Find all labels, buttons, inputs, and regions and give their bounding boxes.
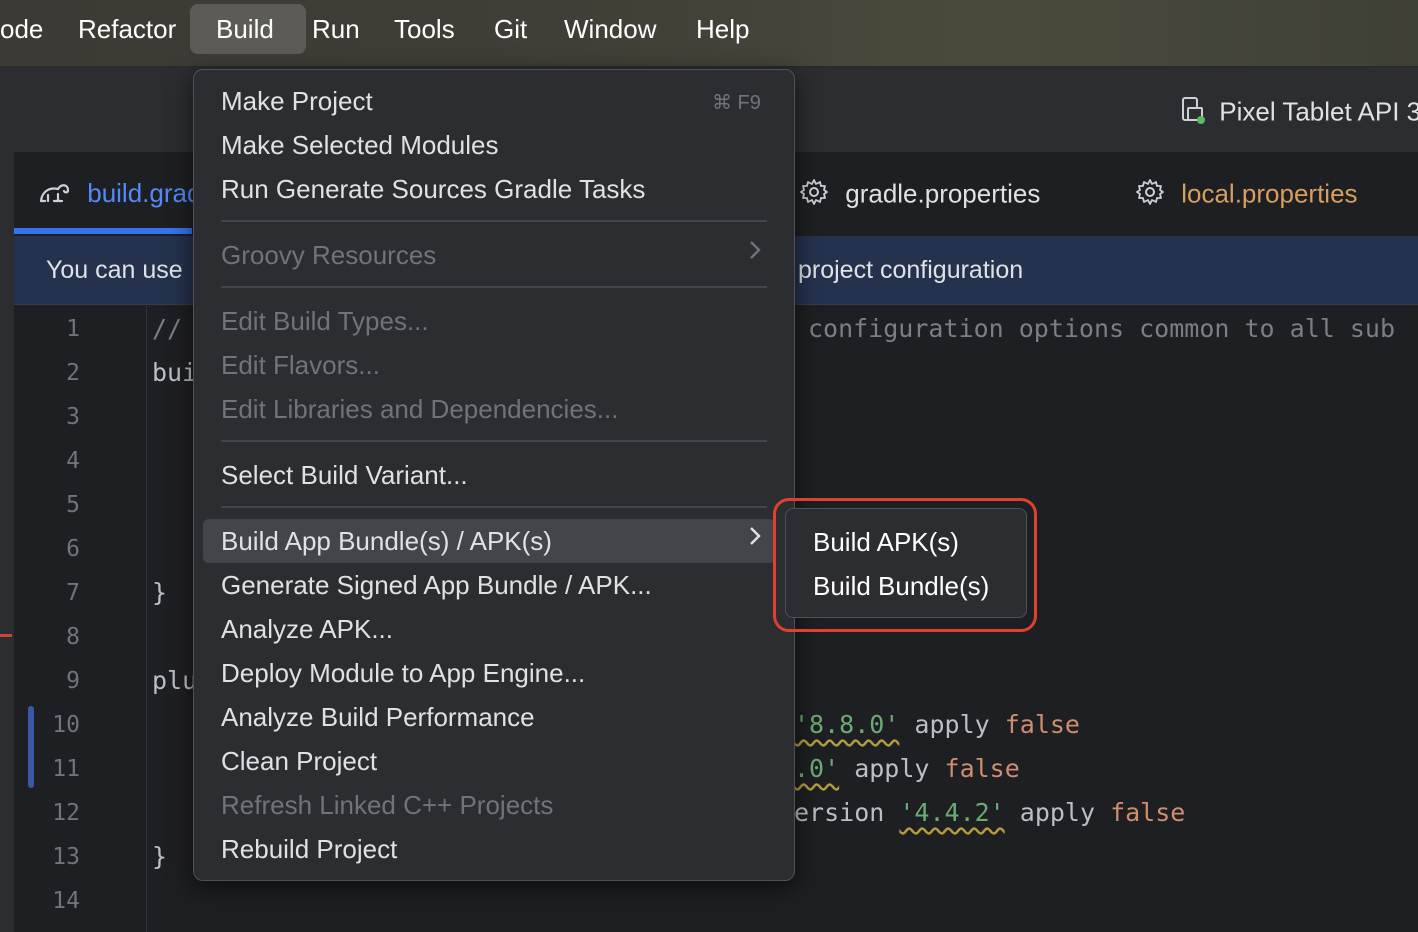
menu-separator xyxy=(221,506,767,508)
line-number: 8 xyxy=(66,624,80,650)
keyword: false xyxy=(944,754,1020,783)
menu-item-make-project[interactable]: Make Project xyxy=(221,86,373,117)
menu-item-clean-project[interactable]: Clean Project xyxy=(221,746,377,777)
menu-help[interactable]: Help xyxy=(696,14,749,52)
tab-gradle-properties[interactable]: gradle.properties xyxy=(800,178,1040,213)
line-number: 10 xyxy=(52,712,80,738)
menu-git[interactable]: Git xyxy=(494,14,527,52)
code-text: ersion xyxy=(794,798,900,827)
line-number: 1 xyxy=(66,316,80,342)
code-line-12-right: ersion '4.4.2' apply false xyxy=(794,798,1185,827)
line-number: 9 xyxy=(66,668,80,694)
chevron-right-icon xyxy=(748,238,762,269)
string-literal: .0' xyxy=(794,754,840,783)
menu-item-make-selected-modules[interactable]: Make Selected Modules xyxy=(221,130,498,161)
line-number: 14 xyxy=(52,888,80,914)
make-project-shortcut: ⌘ F9 xyxy=(712,92,761,114)
code-line-1-left: // xyxy=(152,314,183,343)
code-line-1-right: configuration options common to all sub xyxy=(808,314,1395,343)
menu-item-rebuild-project[interactable]: Rebuild Project xyxy=(221,834,397,865)
gear-icon xyxy=(800,178,828,213)
tab-label: build.grad xyxy=(87,178,202,208)
code-line-7-left: } xyxy=(152,578,168,607)
tab-build-gradle[interactable]: build.grad xyxy=(38,178,201,212)
code-line-9-left: plu xyxy=(152,666,198,695)
string-literal: '8.8.0' xyxy=(794,710,900,739)
code-line-10-right: '8.8.0' apply false xyxy=(794,710,1080,739)
menu-item-edit-libraries: Edit Libraries and Dependencies... xyxy=(221,394,619,424)
line-number: 5 xyxy=(66,492,80,518)
string-literal: '4.4.2' xyxy=(899,798,1005,827)
keyword: false xyxy=(1110,798,1186,827)
tab-label: gradle.properties xyxy=(845,178,1041,209)
menu-item-refresh-linked-cpp: Refresh Linked C++ Projects xyxy=(221,790,554,820)
menu-code[interactable]: ode xyxy=(0,14,43,52)
gutter-divider xyxy=(146,306,147,932)
keyword: false xyxy=(1004,710,1080,739)
code-line-11-right: .0' apply false xyxy=(794,754,1020,783)
code-text: apply xyxy=(899,710,1005,739)
banner-text-left: You can use xyxy=(46,256,183,284)
menu-item-build-app-bundle[interactable]: Build App Bundle(s) / APK(s) xyxy=(221,526,552,557)
menu-refactor[interactable]: Refactor xyxy=(78,14,176,52)
code-text: apply xyxy=(839,754,945,783)
menu-tools[interactable]: Tools xyxy=(394,14,455,52)
menu-item-edit-build-types: Edit Build Types... xyxy=(221,306,429,336)
menu-item-analyze-apk[interactable]: Analyze APK... xyxy=(221,614,393,645)
menu-build[interactable]: Build xyxy=(216,14,274,52)
menu-item-groovy-resources: Groovy Resources xyxy=(221,240,437,270)
tab-label: local.properties xyxy=(1181,178,1358,209)
menu-separator xyxy=(221,440,767,442)
active-tab-indicator xyxy=(14,228,192,234)
menu-window[interactable]: Window xyxy=(564,14,656,52)
device-selector[interactable]: Pixel Tablet API 3 xyxy=(1180,96,1418,131)
device-icon xyxy=(1180,96,1206,131)
tab-local-properties[interactable]: local.properties xyxy=(1136,178,1358,213)
line-number: 11 xyxy=(52,756,80,782)
line-number: 2 xyxy=(66,360,80,386)
code-line-2-left: bui xyxy=(152,358,198,387)
menu-item-run-generate-sources[interactable]: Run Generate Sources Gradle Tasks xyxy=(221,174,645,205)
menu-run[interactable]: Run xyxy=(312,14,360,52)
line-number: 7 xyxy=(66,580,80,606)
menu-separator xyxy=(221,286,767,288)
line-number: 6 xyxy=(66,536,80,562)
code-text: apply xyxy=(1004,798,1111,827)
menu-item-generate-signed[interactable]: Generate Signed App Bundle / APK... xyxy=(221,570,652,601)
highlight-annotation-box xyxy=(773,498,1037,632)
line-number: 3 xyxy=(66,404,80,430)
gear-icon xyxy=(1136,178,1164,213)
line-number: 12 xyxy=(52,800,80,826)
menu-bar: ode Refactor Build Run Tools Git Window … xyxy=(0,0,1418,68)
code-line-13-left: } xyxy=(152,842,168,871)
line-number: 13 xyxy=(52,844,80,870)
banner-text-right[interactable]: project configuration xyxy=(798,256,1023,285)
build-menu: Make Project ⌘ F9 Make Selected Modules … xyxy=(193,69,795,881)
line-number: 4 xyxy=(66,448,80,474)
menu-separator xyxy=(221,220,767,222)
menu-item-deploy-module[interactable]: Deploy Module to App Engine... xyxy=(221,658,585,689)
menu-item-analyze-build-performance[interactable]: Analyze Build Performance xyxy=(221,702,535,733)
gradle-icon xyxy=(38,179,72,212)
menu-item-edit-flavors: Edit Flavors... xyxy=(221,350,380,380)
menu-item-select-build-variant[interactable]: Select Build Variant... xyxy=(221,460,468,491)
device-label: Pixel Tablet API 3 xyxy=(1219,96,1418,127)
chevron-right-icon xyxy=(748,524,762,555)
